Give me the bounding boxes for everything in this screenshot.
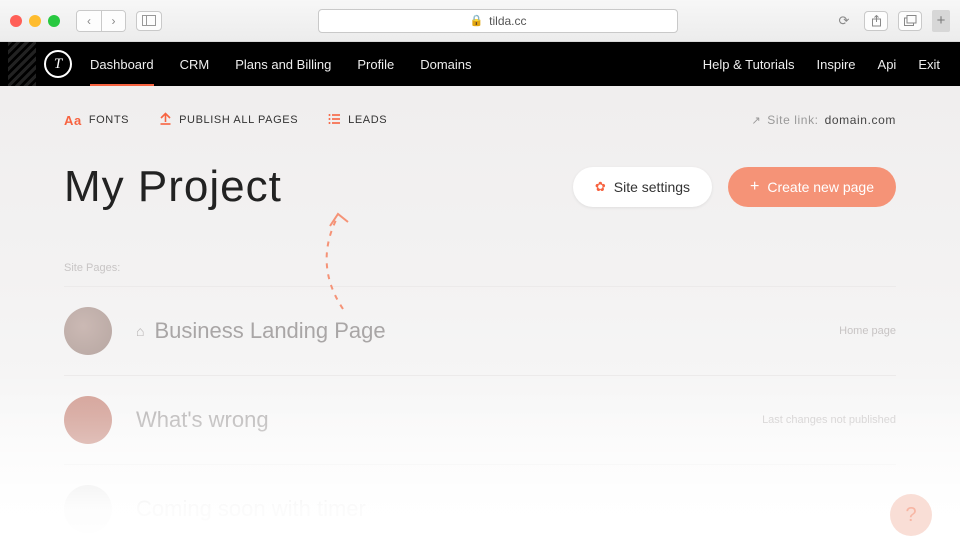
- nav-help[interactable]: Help & Tutorials: [703, 43, 795, 86]
- minimize-window-icon[interactable]: [29, 15, 41, 27]
- browser-chrome: ‹ › 🔒 tilda.cc ⟳ +: [0, 0, 960, 42]
- page-meta: Home page: [839, 325, 896, 337]
- address-text: tilda.cc: [489, 14, 526, 28]
- show-sidebar-button[interactable]: [136, 11, 162, 31]
- create-page-button[interactable]: + Create new page: [728, 167, 896, 207]
- pages-section-label: Site Pages:: [64, 262, 896, 274]
- tilda-logo-icon[interactable]: T: [44, 50, 72, 78]
- page-meta: Last changes not published: [762, 414, 896, 426]
- fonts-icon: Aa: [64, 113, 82, 128]
- app-topnav: T Dashboard CRM Plans and Billing Profil…: [0, 42, 960, 86]
- help-icon: ?: [905, 504, 916, 527]
- external-link-icon: ↗: [751, 114, 761, 127]
- address-bar[interactable]: 🔒 tilda.cc: [318, 9, 678, 33]
- nav-domains[interactable]: Domains: [420, 43, 471, 86]
- fonts-label: FONTS: [89, 114, 129, 126]
- page-thumbnail: [64, 485, 112, 533]
- project-toolbar: Aa FONTS PUBLISH ALL PAGES LEADS ↗ Site …: [0, 86, 960, 128]
- nav-exit[interactable]: Exit: [918, 43, 940, 86]
- forward-button[interactable]: ›: [101, 11, 125, 31]
- lock-icon: 🔒: [469, 14, 483, 27]
- project-title-row: My Project ✿ Site settings + Create new …: [0, 128, 960, 242]
- leads-tool[interactable]: LEADS: [328, 113, 387, 128]
- nav-back-forward: ‹ ›: [76, 10, 126, 32]
- create-page-label: Create new page: [767, 179, 874, 195]
- back-button[interactable]: ‹: [77, 11, 101, 31]
- leads-label: LEADS: [348, 114, 387, 126]
- nav-inspire[interactable]: Inspire: [817, 43, 856, 86]
- page-thumbnail: [64, 396, 112, 444]
- page-title-text: What's wrong: [136, 407, 269, 433]
- page-thumbnail: [64, 307, 112, 355]
- page-row[interactable]: Coming soon with timer: [64, 464, 896, 553]
- fonts-tool[interactable]: Aa FONTS: [64, 113, 129, 128]
- publish-tool[interactable]: PUBLISH ALL PAGES: [159, 112, 298, 128]
- site-link[interactable]: ↗ Site link: domain.com: [751, 113, 896, 127]
- traffic-lights: [10, 15, 60, 27]
- site-settings-label: Site settings: [614, 179, 690, 195]
- share-button[interactable]: [864, 11, 888, 31]
- brand-pattern: [8, 42, 36, 86]
- nav-profile[interactable]: Profile: [357, 43, 394, 86]
- fullscreen-window-icon[interactable]: [48, 15, 60, 27]
- nav-crm[interactable]: CRM: [180, 43, 210, 86]
- home-icon: ⌂: [136, 323, 144, 339]
- nav-dashboard[interactable]: Dashboard: [90, 43, 154, 86]
- nav-plans[interactable]: Plans and Billing: [235, 43, 331, 86]
- leads-icon: [328, 113, 341, 128]
- page-row[interactable]: ⌂ Business Landing Page Home page: [64, 286, 896, 375]
- reload-button[interactable]: ⟳: [834, 13, 854, 29]
- project-title: My Project: [64, 162, 282, 212]
- gear-icon: ✿: [595, 179, 606, 195]
- page-title-text: Business Landing Page: [154, 318, 385, 344]
- nav-api[interactable]: Api: [878, 43, 897, 86]
- publish-label: PUBLISH ALL PAGES: [179, 114, 298, 126]
- new-tab-button[interactable]: +: [932, 10, 950, 32]
- content-area: Aa FONTS PUBLISH ALL PAGES LEADS ↗ Site …: [0, 86, 960, 552]
- plus-icon: +: [750, 179, 759, 195]
- close-window-icon[interactable]: [10, 15, 22, 27]
- help-chat-button[interactable]: ?: [890, 494, 932, 536]
- sitelink-domain: domain.com: [825, 113, 896, 127]
- page-row[interactable]: What's wrong Last changes not published: [64, 375, 896, 464]
- site-settings-button[interactable]: ✿ Site settings: [573, 167, 712, 207]
- tabs-button[interactable]: [898, 11, 922, 31]
- pages-section: Site Pages: ⌂ Business Landing Page Home…: [0, 262, 960, 553]
- sitelink-label: Site link:: [767, 113, 818, 127]
- upload-icon: [159, 112, 172, 128]
- page-title-text: Coming soon with timer: [136, 496, 366, 522]
